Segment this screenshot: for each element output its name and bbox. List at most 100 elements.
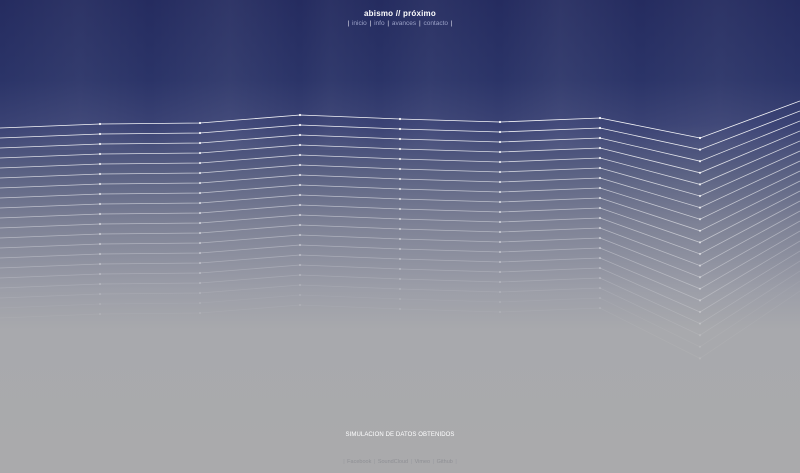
data-point — [498, 260, 502, 264]
data-point — [598, 286, 602, 290]
data-point — [598, 156, 602, 160]
data-point — [598, 146, 602, 150]
data-point — [98, 302, 102, 306]
data-point — [698, 218, 702, 221]
data-point — [198, 241, 202, 245]
data-point — [198, 151, 202, 155]
data-line — [0, 120, 800, 162]
data-point — [298, 253, 302, 257]
social-links: | Facebook | SoundCloud | Vimeo | Github… — [343, 459, 457, 465]
data-point — [98, 222, 102, 226]
data-point — [598, 136, 602, 140]
data-point — [598, 296, 602, 300]
data-point — [298, 113, 302, 117]
data-point — [98, 292, 102, 296]
data-point — [498, 120, 502, 124]
data-point — [498, 250, 502, 254]
data-point — [298, 273, 302, 277]
data-point — [298, 123, 302, 127]
data-point — [398, 257, 402, 261]
data-point — [298, 223, 302, 227]
simulation-caption: SIMULACION DE DATOS OBTENIDOS — [345, 432, 455, 438]
data-point — [598, 186, 602, 190]
data-point — [298, 263, 302, 267]
data-point — [698, 241, 702, 244]
data-point — [698, 345, 702, 348]
data-point — [198, 281, 202, 285]
nav-link-contacto[interactable]: contacto — [423, 20, 448, 27]
data-point — [498, 180, 502, 184]
data-point — [498, 210, 502, 214]
data-point — [298, 133, 302, 137]
data-point — [398, 137, 402, 141]
data-point — [198, 261, 202, 265]
data-point — [698, 252, 702, 256]
social-link-facebook[interactable]: Facebook — [347, 459, 371, 465]
data-point — [198, 211, 202, 215]
data-line — [0, 140, 800, 185]
data-point — [598, 166, 602, 170]
data-point — [198, 181, 202, 185]
data-point — [98, 282, 102, 286]
nav-link-info[interactable]: info — [374, 20, 384, 27]
data-point — [698, 194, 702, 198]
data-point — [498, 200, 502, 204]
data-point — [198, 121, 202, 125]
data-point — [398, 237, 402, 241]
data-point — [698, 357, 702, 360]
data-point — [298, 163, 302, 167]
data-point — [398, 287, 402, 291]
data-point — [498, 230, 502, 234]
data-point — [398, 217, 402, 221]
data-point — [598, 196, 602, 200]
data-point — [198, 221, 202, 225]
data-point — [98, 152, 102, 156]
data-point — [698, 171, 702, 174]
data-point — [298, 213, 302, 217]
site-title-left: abismo — [364, 9, 394, 18]
data-point — [498, 310, 502, 314]
data-point — [398, 277, 402, 281]
data-point — [298, 193, 302, 197]
data-point — [598, 306, 602, 310]
data-point — [398, 177, 402, 181]
data-point — [498, 270, 502, 274]
data-point — [298, 303, 302, 307]
data-point — [498, 290, 502, 294]
data-point — [498, 280, 502, 284]
page-background: abismo // próximo | inicio | info | avan… — [0, 0, 800, 473]
social-link-github[interactable]: Github — [437, 459, 453, 465]
data-point — [398, 127, 402, 131]
data-point — [98, 182, 102, 186]
data-point — [698, 299, 702, 302]
data-point — [198, 161, 202, 165]
data-point — [598, 226, 602, 230]
data-point — [698, 322, 702, 325]
data-point — [598, 276, 602, 280]
data-point — [398, 157, 402, 161]
data-point — [398, 207, 402, 211]
data-point — [498, 130, 502, 134]
data-point — [398, 167, 402, 171]
data-point — [298, 203, 302, 207]
data-point — [698, 229, 702, 232]
data-point — [198, 141, 202, 145]
data-point — [498, 190, 502, 194]
data-point — [98, 242, 102, 246]
data-point — [698, 287, 702, 290]
data-point — [598, 176, 602, 180]
data-point — [398, 247, 402, 251]
social-link-vimeo[interactable]: Vimeo — [415, 459, 431, 465]
data-point — [398, 227, 402, 231]
data-point — [698, 276, 702, 279]
data-point — [98, 142, 102, 146]
data-point — [698, 206, 702, 209]
data-point — [398, 307, 402, 311]
nav-link-inicio[interactable]: inicio — [352, 20, 367, 27]
data-line — [0, 130, 800, 174]
social-link-soundcloud[interactable]: SoundCloud — [378, 459, 408, 465]
data-point — [98, 122, 102, 126]
nav-link-avances[interactable]: avances — [392, 20, 416, 27]
data-point — [198, 291, 202, 295]
data-point — [598, 256, 602, 260]
